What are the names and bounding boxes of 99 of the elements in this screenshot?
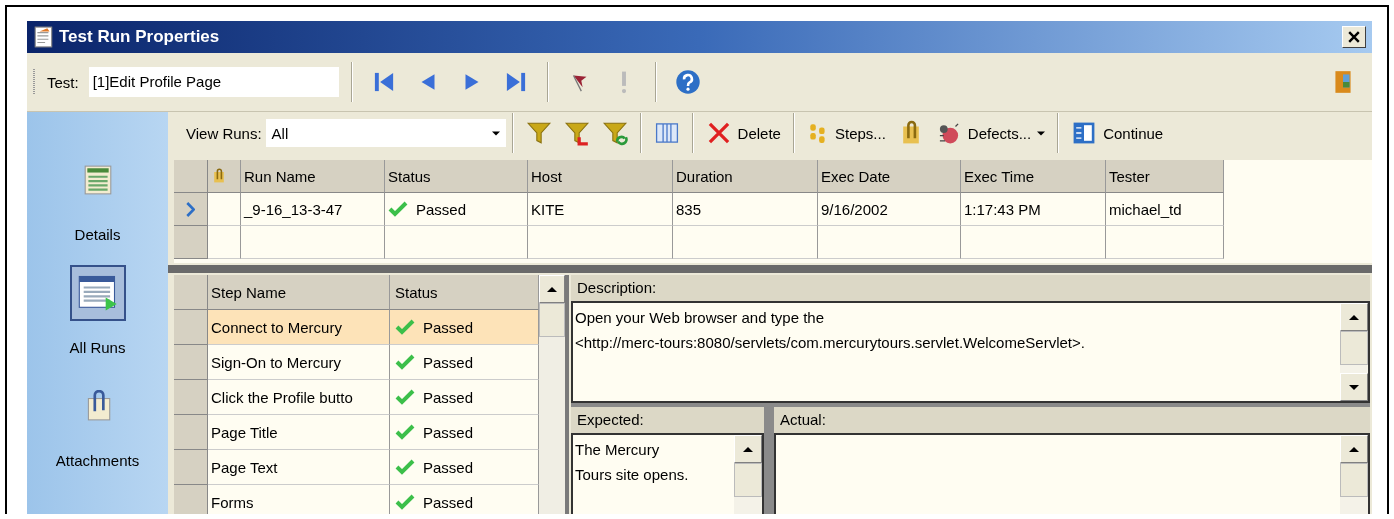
- step-status: Passed: [423, 318, 474, 336]
- toolbar-button[interactable]: Delete: [699, 120, 787, 146]
- scrollbar[interactable]: [1340, 303, 1368, 401]
- paperclip-icon: [211, 167, 227, 185]
- check-icon: [395, 459, 415, 475]
- up-arrow-icon: [1349, 446, 1359, 452]
- close-icon: [1348, 31, 1360, 43]
- step-name: Page Title: [211, 423, 278, 441]
- step-name: Connect to Mercury: [211, 318, 342, 336]
- clear-filter-icon[interactable]: [563, 120, 590, 146]
- step-row[interactable]: Forms Passed: [174, 485, 539, 514]
- actual-label: Actual:: [774, 407, 1370, 433]
- toolbar-button[interactable]: Defects...: [929, 120, 1052, 146]
- column-header[interactable]: Exec Time: [961, 160, 1106, 193]
- sidebar-label: Attachments: [55, 452, 140, 469]
- refresh-filter-icon[interactable]: [601, 120, 628, 146]
- row-header: [174, 345, 208, 380]
- actual-field[interactable]: [774, 433, 1370, 514]
- check-icon: [388, 201, 408, 217]
- toolbar-button[interactable]: Steps...: [800, 122, 892, 144]
- column-header[interactable]: Host: [528, 160, 673, 193]
- up-arrow-icon: [547, 286, 557, 292]
- column-header[interactable]: Exec Date: [818, 160, 961, 193]
- column-header[interactable]: Status: [390, 275, 539, 310]
- table-cell: _9-16_13-3-47: [241, 193, 385, 226]
- scroll-up-button[interactable]: [1340, 435, 1368, 463]
- row-header: [174, 310, 208, 345]
- check-icon: [395, 494, 415, 510]
- table-cell: 835: [673, 193, 818, 226]
- step-status: Passed: [423, 353, 474, 371]
- check-icon: [395, 424, 415, 440]
- step-row[interactable]: Page Text Passed: [174, 450, 539, 485]
- column-header[interactable]: Tester: [1106, 160, 1224, 193]
- row-header: [174, 275, 208, 310]
- scroll-up-button[interactable]: [1340, 303, 1368, 331]
- description-label: Description:: [571, 275, 1370, 301]
- toolbar-button[interactable]: Continue: [1065, 120, 1170, 146]
- step-status: Passed: [423, 423, 474, 441]
- expected-label: Expected:: [571, 407, 764, 433]
- table-cell: 1:17:43 PM: [961, 193, 1106, 226]
- test-label: Test:: [47, 73, 79, 91]
- scroll-up-button[interactable]: [734, 435, 762, 463]
- step-row[interactable]: Connect to Mercury Passed: [174, 310, 539, 345]
- step-status: Passed: [423, 458, 474, 476]
- toolbar-grip[interactable]: [33, 67, 37, 97]
- expected-text: The Mercury Tours site opens.: [574, 440, 690, 485]
- down-arrow-icon: [1349, 384, 1359, 390]
- row-header: [174, 160, 208, 193]
- table-cell: michael_td: [1106, 193, 1224, 226]
- step-name: Sign-On to Mercury: [211, 353, 342, 371]
- column-header[interactable]: [208, 160, 241, 193]
- test-field[interactable]: [1]Edit Profile Page: [88, 67, 339, 97]
- scrollbar-thumb[interactable]: [539, 303, 565, 337]
- row-header: [174, 226, 208, 259]
- row-header: [174, 450, 208, 485]
- check-icon: [395, 319, 415, 335]
- table-cell: 9/16/2002: [818, 193, 961, 226]
- up-arrow-icon: [743, 446, 753, 452]
- close-button[interactable]: [1342, 26, 1366, 48]
- table-cell: KITE: [528, 193, 673, 226]
- step-name: Page Text: [211, 458, 278, 476]
- scroll-down-button[interactable]: [1340, 373, 1368, 401]
- scroll-up-button[interactable]: [539, 275, 565, 303]
- sidebar-label: All Runs: [69, 339, 126, 356]
- help-icon[interactable]: [674, 69, 701, 95]
- step-row[interactable]: Sign-On to Mercury Passed: [174, 345, 539, 380]
- view-runs-label: View Runs:: [186, 124, 262, 142]
- column-header[interactable]: Step Name: [208, 275, 390, 310]
- step-status: Passed: [423, 388, 474, 406]
- sidebar-icon-button[interactable]: [69, 265, 126, 321]
- columns-icon[interactable]: [653, 120, 680, 146]
- scrollbar-thumb[interactable]: [1340, 331, 1368, 365]
- step-name: Forms: [211, 493, 254, 511]
- up-arrow-icon: [1349, 314, 1359, 320]
- step-name: Click the Profile butto: [211, 388, 353, 406]
- step-status: Passed: [423, 493, 474, 511]
- check-icon: [395, 389, 415, 405]
- row-header: [174, 485, 208, 514]
- caret-icon: [491, 130, 500, 136]
- filter-icon[interactable]: [525, 120, 552, 146]
- column-header[interactable]: Run Name: [241, 160, 385, 193]
- step-row[interactable]: Page Title Passed: [174, 415, 539, 450]
- sidebar-label: Details: [74, 226, 121, 243]
- row-header: [174, 380, 208, 415]
- view-runs-dropdown[interactable]: All: [265, 119, 506, 147]
- description-text: Open your Web browser and type the <http://merc-tours:8080/servlets/com.mercurytours.servlet.WelcomeServlet>.: [574, 308, 1086, 353]
- status-text: Passed: [416, 200, 467, 218]
- scrollbar-thumb[interactable]: [734, 463, 762, 497]
- check-icon: [395, 354, 415, 370]
- column-header[interactable]: Status: [385, 160, 528, 193]
- scrollbar-thumb[interactable]: [1340, 463, 1368, 497]
- window-title: Test Run Properties: [59, 27, 221, 47]
- scrollbar[interactable]: [539, 275, 569, 514]
- row-header: [174, 415, 208, 450]
- row-header[interactable]: [174, 193, 208, 226]
- column-header[interactable]: Duration: [673, 160, 818, 193]
- step-row[interactable]: Click the Profile butto Passed: [174, 380, 539, 415]
- chevron-icon: [186, 201, 195, 217]
- document-icon: [33, 26, 55, 48]
